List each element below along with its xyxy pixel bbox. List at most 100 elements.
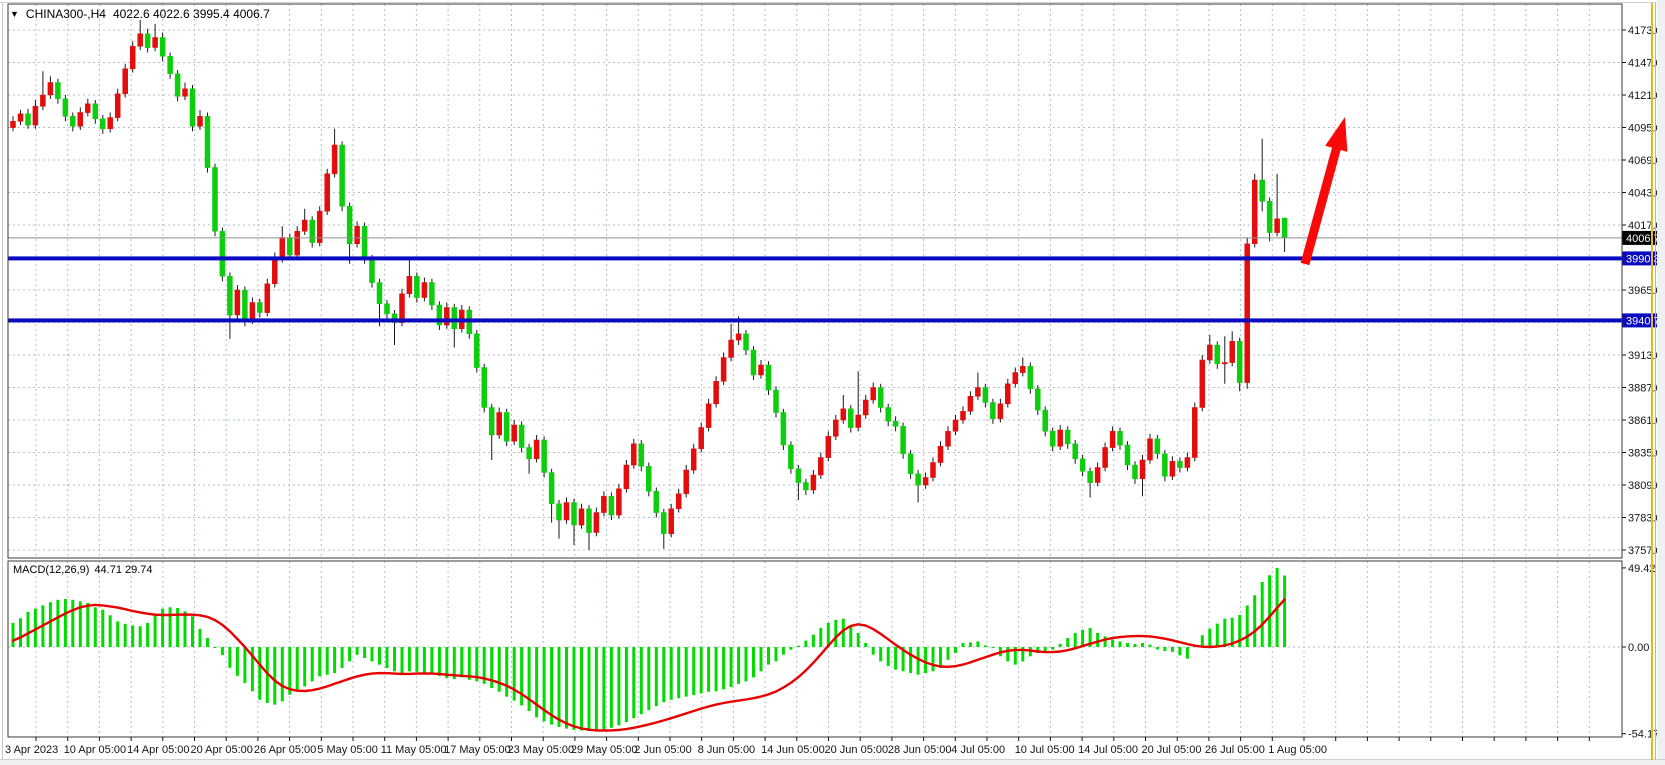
time-axis-label: 23 May 05:00 bbox=[508, 744, 575, 756]
macd-bar bbox=[685, 647, 688, 697]
candle-body bbox=[482, 368, 487, 408]
time-axis-label: 11 May 05:00 bbox=[381, 744, 447, 756]
macd-bar bbox=[146, 623, 149, 647]
candle-body bbox=[796, 469, 801, 483]
macd-bar bbox=[1201, 635, 1204, 647]
time-axis-label: 4 Jul 05:00 bbox=[951, 744, 1005, 756]
macd-bar bbox=[804, 641, 807, 647]
chart-canvas[interactable]: 4173.04147.04121.04095.04069.04043.04017… bbox=[0, 0, 1665, 765]
candle-body bbox=[175, 74, 180, 97]
level-line[interactable] bbox=[8, 256, 1622, 260]
level-line[interactable] bbox=[8, 318, 1622, 322]
candle-body bbox=[654, 491, 659, 512]
candle-body bbox=[990, 403, 995, 419]
candle-body bbox=[332, 145, 337, 174]
macd-bar bbox=[221, 647, 224, 655]
candle-body bbox=[788, 445, 793, 469]
candle-body bbox=[878, 388, 883, 408]
macd-bar bbox=[737, 647, 740, 684]
macd-bar bbox=[655, 647, 658, 706]
candle-body bbox=[684, 470, 689, 494]
macd-bar bbox=[625, 647, 628, 722]
macd-bar bbox=[677, 647, 680, 698]
candle-body bbox=[183, 89, 188, 97]
candle-body bbox=[609, 496, 614, 515]
macd-bar bbox=[371, 647, 374, 661]
macd-bar bbox=[214, 647, 217, 648]
time-axis-label: 2 Jun 05:00 bbox=[634, 744, 692, 756]
macd-values: 44.71 29.74 bbox=[94, 564, 152, 576]
candle-body bbox=[153, 38, 158, 48]
macd-bar bbox=[408, 647, 411, 671]
macd-bar bbox=[767, 647, 770, 665]
candle-body bbox=[1185, 458, 1190, 468]
macd-bar bbox=[797, 646, 800, 647]
macd-bar bbox=[1283, 576, 1286, 648]
macd-bar bbox=[894, 647, 897, 670]
macd-bar bbox=[378, 647, 381, 665]
candle-body bbox=[946, 431, 951, 446]
macd-bar bbox=[154, 613, 157, 647]
candle-body bbox=[923, 478, 928, 486]
candle-body bbox=[1222, 363, 1227, 364]
chart-svg[interactable]: 4173.04147.04121.04095.04069.04043.04017… bbox=[0, 0, 1665, 765]
macd-bar bbox=[303, 647, 306, 686]
candle-body bbox=[519, 425, 524, 448]
candle-body bbox=[572, 503, 577, 526]
macd-bar bbox=[909, 647, 912, 673]
macd-bar bbox=[273, 647, 276, 705]
window-resize-grip[interactable] bbox=[1651, 3, 1653, 760]
candle-body bbox=[1282, 218, 1287, 238]
candle-body bbox=[272, 259, 277, 284]
macd-bar bbox=[1216, 624, 1219, 647]
macd-bar bbox=[12, 623, 15, 647]
candle-body bbox=[961, 411, 966, 420]
macd-bar bbox=[1268, 575, 1271, 647]
macd-bar bbox=[356, 647, 359, 655]
macd-bar bbox=[969, 642, 972, 647]
candle-body bbox=[1260, 180, 1265, 201]
candle-body bbox=[1095, 468, 1100, 483]
time-axis-label: 26 Jul 05:00 bbox=[1205, 744, 1265, 756]
candle-body bbox=[205, 116, 210, 167]
candle-body bbox=[429, 283, 434, 306]
macd-bar bbox=[109, 615, 112, 647]
candle-body bbox=[624, 465, 629, 489]
macd-bar bbox=[1253, 595, 1256, 647]
candle-body bbox=[414, 276, 419, 297]
candle-body bbox=[587, 509, 592, 533]
macd-bar bbox=[228, 647, 231, 668]
candle-body bbox=[145, 34, 150, 48]
candle-body bbox=[504, 413, 509, 442]
macd-bar bbox=[1223, 619, 1226, 647]
candle-body bbox=[766, 365, 771, 390]
macd-bar bbox=[1059, 644, 1062, 647]
macd-bar bbox=[917, 647, 920, 675]
candle-body bbox=[1013, 373, 1018, 384]
candle-body bbox=[1207, 345, 1212, 360]
candle-body bbox=[908, 454, 913, 474]
macd-bar bbox=[610, 647, 613, 728]
candle-body bbox=[302, 220, 307, 231]
macd-bar bbox=[1149, 645, 1152, 647]
macd-bar bbox=[782, 647, 785, 655]
candle-body bbox=[489, 408, 494, 436]
macd-bar bbox=[775, 647, 778, 661]
candle-body bbox=[751, 350, 756, 375]
window-left-edge bbox=[2, 2, 3, 760]
macd-bar bbox=[94, 607, 97, 647]
macd-bar bbox=[632, 647, 635, 718]
macd-bar bbox=[692, 647, 695, 695]
macd-bar bbox=[617, 647, 620, 725]
candle-body bbox=[265, 284, 270, 313]
candle-body bbox=[1267, 201, 1272, 232]
macd-bar bbox=[19, 618, 22, 647]
candle-body bbox=[818, 458, 823, 476]
candle-body bbox=[1103, 448, 1108, 468]
candle-body bbox=[1230, 341, 1235, 362]
candle-body bbox=[123, 69, 128, 94]
candle-body bbox=[579, 509, 584, 525]
macd-bar bbox=[1134, 644, 1137, 647]
symbol-dropdown-icon[interactable]: ▼ bbox=[10, 9, 19, 19]
macd-bar bbox=[939, 647, 942, 668]
